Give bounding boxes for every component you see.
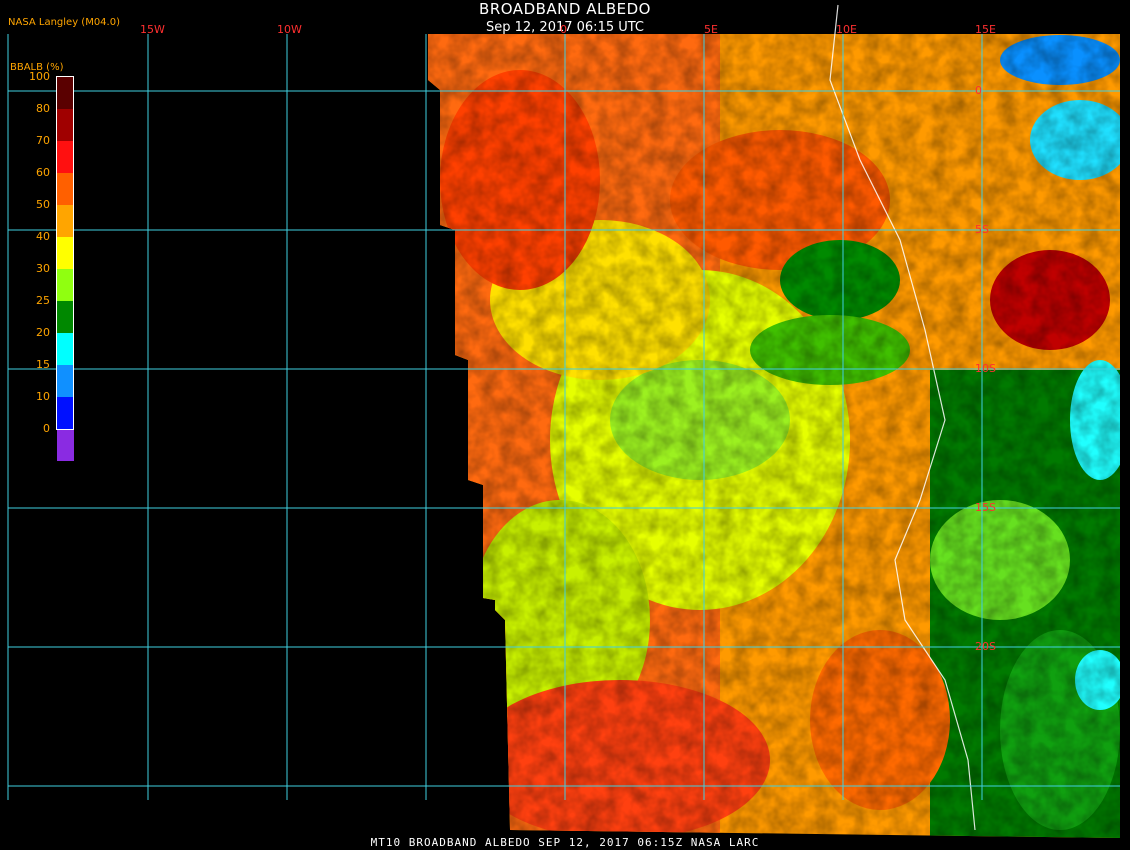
colorbar-tick-label: 10 [36, 390, 50, 403]
lat-label-15s: 15S [975, 501, 996, 514]
colorbar-tick-label: 60 [36, 166, 50, 179]
colorbar-tick-label: 25 [36, 294, 50, 307]
lon-label-5e: 5E [704, 23, 718, 36]
lon-label-10e: 10E [836, 23, 857, 36]
colorbar-swatch [57, 365, 74, 397]
lon-label-0: 0 [560, 23, 567, 36]
colorbar-tick-label: 70 [36, 134, 50, 147]
colorbar-tick-label: 20 [36, 326, 50, 339]
colorbar-swatch [57, 77, 74, 109]
colorbar-tick-label: 0 [43, 422, 50, 435]
colorbar-tick-label: 100 [29, 70, 50, 83]
footer-caption: MT10 BROADBAND ALBEDO SEP 12, 2017 06:15… [370, 836, 760, 849]
lat-label-0: 0 [975, 84, 982, 97]
data-swath [428, 34, 1120, 838]
map-title: BROADBAND ALBEDO [479, 0, 651, 18]
colorbar-tick-label: 80 [36, 102, 50, 115]
colorbar-tick-label: 50 [36, 198, 50, 211]
colorbar-swatch [57, 141, 74, 173]
credit-label: NASA Langley (M04.0) [8, 17, 120, 28]
colorbar-swatch [57, 301, 74, 333]
colorbar-swatch [57, 205, 74, 237]
lat-label-5s: 5S [975, 223, 989, 236]
colorbar-tick-label: 40 [36, 230, 50, 243]
colorbar-swatch [57, 173, 74, 205]
lat-label-20s: 20S [975, 640, 996, 653]
colorbar-swatch [57, 397, 74, 429]
colorbar-swatch [57, 269, 74, 301]
lat-label-10s: 10S [975, 362, 996, 375]
colorbar-swatch [57, 237, 74, 269]
colorbar-swatch [57, 333, 74, 365]
lon-label-15e: 15E [975, 23, 996, 36]
colorbar-swatch [57, 109, 74, 141]
colorbar-tick-label: 15 [36, 358, 50, 371]
albedo-map [7, 4, 1120, 838]
colorbar-tick-label: 30 [36, 262, 50, 275]
lon-label-15w: 15W [140, 23, 165, 36]
lon-label-10w: 10W [277, 23, 302, 36]
colorbar-swatch [57, 429, 74, 461]
